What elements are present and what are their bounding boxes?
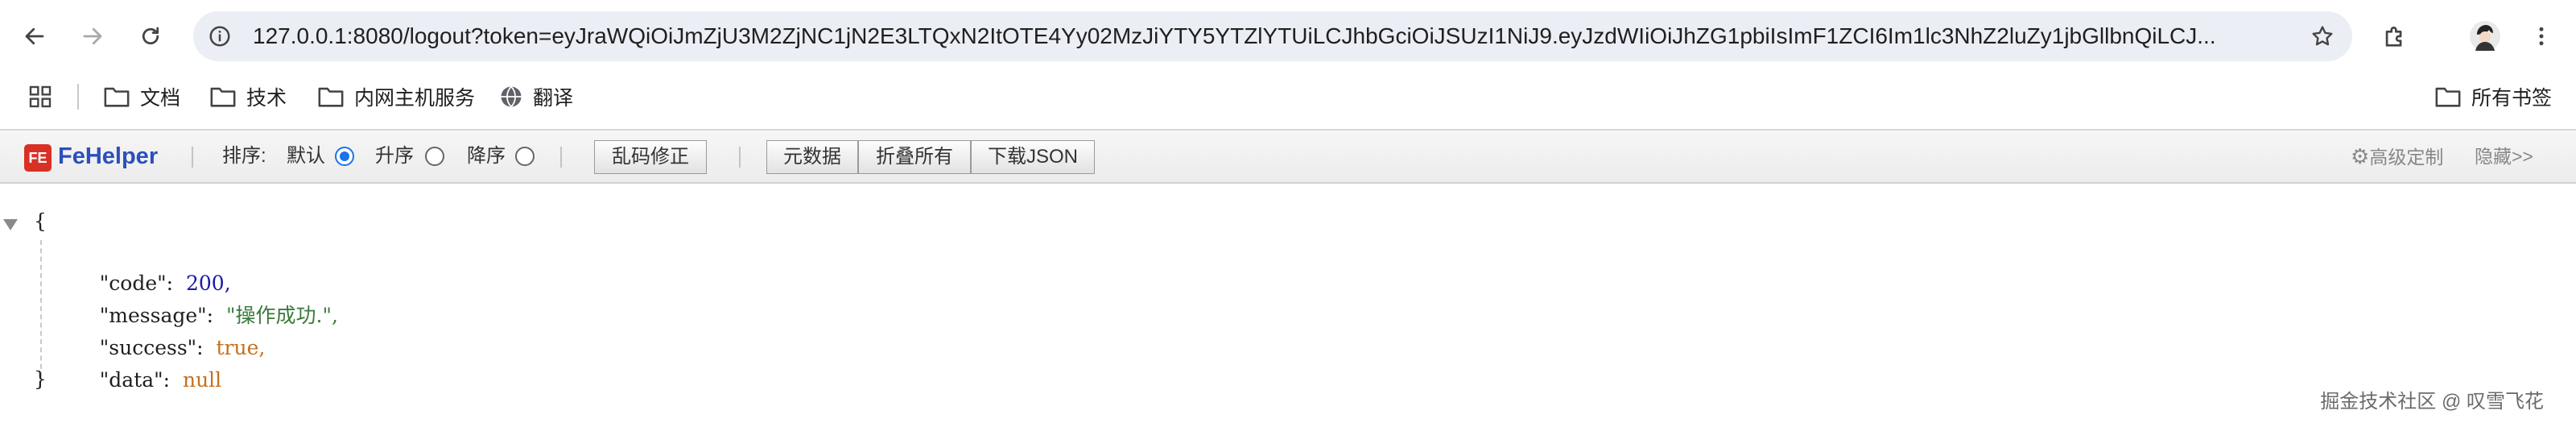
json-indent-guide: [40, 240, 42, 377]
advanced-settings-label: 高级定制: [2369, 147, 2444, 168]
globe-icon: [501, 85, 522, 108]
json-row-code: "code": 200,: [74, 240, 231, 295]
watermark-text: 掘金技术社区 @ 叹雪飞花: [2320, 391, 2544, 413]
sort-asc-label[interactable]: 升序: [375, 131, 414, 182]
json-close-brace: }: [34, 367, 47, 391]
sort-asc-radio[interactable]: [425, 147, 444, 166]
sort-desc-label[interactable]: 降序: [467, 131, 506, 182]
bookmark-folder-docs[interactable]: 文档: [103, 77, 180, 116]
bookmark-label: 技术: [246, 87, 287, 110]
sort-desc-radio[interactable]: [515, 147, 535, 166]
json-row-data: "data": null: [74, 337, 221, 392]
json-viewer: { "code": 200, "message": "操作成功.", "succ…: [0, 185, 2576, 423]
browser-menu-button[interactable]: [2520, 15, 2563, 58]
bookmark-translate[interactable]: 翻译: [499, 77, 573, 116]
bookmark-label: 文档: [140, 87, 181, 110]
url-text[interactable]: 127.0.0.1:8080/logout?token=eyJraWQiOiJm…: [253, 11, 2297, 61]
bookmark-folder-tech[interactable]: 技术: [209, 77, 287, 116]
fehelper-logo-icon: FE: [24, 144, 52, 172]
address-bar[interactable]: 127.0.0.1:8080/logout?token=eyJraWQiOiJm…: [193, 11, 2352, 61]
reload-icon: [142, 27, 159, 45]
toolbar-divider: [739, 147, 741, 168]
extensions-button[interactable]: [2373, 15, 2417, 58]
gear-icon: ⚙: [2351, 144, 2370, 168]
back-button[interactable]: [13, 15, 56, 58]
arrow-left-icon: [25, 27, 44, 45]
reload-button[interactable]: [129, 15, 172, 58]
bookmarks-bar: 文档 技术 内网主机服务 翻译 所有书签: [0, 73, 2576, 121]
folder-icon: [210, 87, 236, 107]
advanced-settings-button[interactable]: ⚙高级定制: [2351, 131, 2443, 182]
toolbar-divider: [560, 147, 562, 168]
apps-grid-icon: [29, 85, 52, 108]
folder-icon: [318, 87, 344, 107]
hide-toolbar-button[interactable]: 隐藏>>: [2475, 131, 2533, 182]
json-value: true,: [216, 336, 266, 359]
all-bookmarks-label: 所有书签: [2471, 87, 2553, 110]
site-info-icon[interactable]: [204, 21, 235, 52]
forward-button[interactable]: [71, 15, 114, 58]
sort-default-label[interactable]: 默认: [287, 131, 325, 182]
sort-label: 排序:: [222, 145, 266, 167]
json-row-message: "message": "操作成功.",: [74, 272, 338, 327]
avatar-icon: [2470, 21, 2500, 52]
profile-avatar[interactable]: [2463, 15, 2507, 58]
folder-icon: [2435, 87, 2461, 107]
all-bookmarks-button[interactable]: 所有书签: [2434, 77, 2552, 116]
bookmark-label: 翻译: [533, 87, 574, 110]
raw-data-button[interactable]: 元数据: [766, 140, 858, 174]
sort-default-radio[interactable]: [335, 147, 354, 166]
fehelper-title[interactable]: FeHelper: [58, 131, 158, 182]
more-vertical-icon: [2539, 27, 2544, 46]
puzzle-icon: [2385, 27, 2402, 47]
arrow-right-icon: [83, 27, 102, 45]
toolbar-divider: [192, 147, 193, 168]
collapse-all-button[interactable]: 折叠所有: [858, 140, 971, 174]
bookmarks-divider: [77, 84, 79, 110]
bookmark-folder-intranet[interactable]: 内网主机服务: [317, 77, 475, 116]
apps-button[interactable]: [27, 77, 63, 116]
download-json-button[interactable]: 下载JSON: [971, 140, 1095, 174]
json-key: "data":: [99, 368, 171, 392]
folder-icon: [104, 87, 130, 107]
fehelper-toolbar: FE FeHelper 排序: 默认 升序 降序 乱码修正 元数据 折叠所有 下…: [0, 129, 2576, 184]
json-value: null: [182, 368, 222, 392]
fix-encoding-button[interactable]: 乱码修正: [594, 140, 707, 174]
collapse-triangle-icon[interactable]: [3, 219, 18, 230]
bookmark-label: 内网主机服务: [354, 87, 476, 110]
json-row-success: "success": true,: [74, 305, 266, 359]
bookmark-star-icon[interactable]: [2307, 21, 2338, 52]
json-open-brace: {: [34, 209, 47, 233]
browser-toolbar: 127.0.0.1:8080/logout?token=eyJraWQiOiJm…: [0, 0, 2576, 73]
